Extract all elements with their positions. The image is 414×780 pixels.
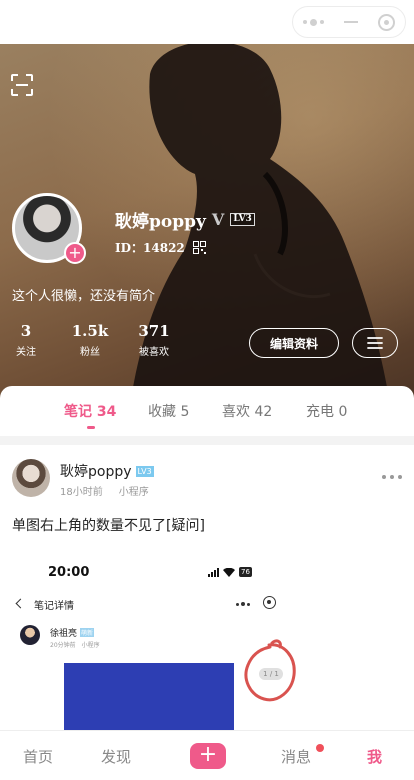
back-icon xyxy=(15,598,26,609)
screenshot-title: 笔记详情 xyxy=(34,601,74,612)
menu-icon xyxy=(367,337,383,349)
bottom-nav: 首页 发现 + 消息 我 xyxy=(0,730,414,780)
wifi-icon xyxy=(223,567,235,577)
tab-notes[interactable]: 笔记 34 xyxy=(64,401,116,421)
nav-messages[interactable]: 消息 xyxy=(281,746,311,767)
screenshot-user-badge: 萌新 xyxy=(80,628,95,637)
stat-number: 371 xyxy=(138,322,170,340)
post-time: 18小时前 xyxy=(60,487,103,498)
active-tab-indicator xyxy=(87,426,95,429)
post-author-avatar[interactable] xyxy=(12,459,50,497)
screenshot-image-block xyxy=(64,663,234,735)
post-source: 小程序 xyxy=(118,487,149,498)
verified-icon: V xyxy=(211,210,225,229)
level-badge: LV3 xyxy=(230,213,255,226)
profile-username: 耿婷poppy xyxy=(115,212,206,232)
screenshot-user: 徐祖亮 xyxy=(50,629,78,639)
add-avatar-icon[interactable]: + xyxy=(64,242,86,264)
post-meta: 18小时前 小程序 xyxy=(60,483,149,498)
battery-icon: 76 xyxy=(239,567,252,577)
post-author-row: 耿婷poppy LV3 xyxy=(60,461,154,481)
stat-number: 1.5k xyxy=(71,322,109,340)
stat-label: 关注 xyxy=(16,347,36,358)
close-miniprogram-icon[interactable] xyxy=(378,13,395,31)
screenshot-meta: 20分钟前 小程序 xyxy=(50,640,100,649)
stat-likes[interactable]: 371 被喜欢 xyxy=(134,322,174,358)
screenshot-meta-time: 20分钟前 xyxy=(50,642,76,649)
message-notice-dot xyxy=(316,744,324,752)
nav-me[interactable]: 我 xyxy=(367,746,382,767)
screenshot-meta-source: 小程序 xyxy=(81,642,100,649)
signal-icon xyxy=(208,567,219,577)
more-options-icon[interactable] xyxy=(303,18,324,26)
miniprogram-capsule xyxy=(292,6,406,38)
stat-followers[interactable]: 1.5k 粉丝 xyxy=(68,322,112,358)
publish-button[interactable]: + xyxy=(190,743,226,769)
screenshot-status-bar: 76 xyxy=(208,567,252,577)
post-level-badge: LV3 xyxy=(135,465,154,477)
top-bar xyxy=(0,0,414,44)
edit-profile-button[interactable]: 编辑资料 xyxy=(249,328,339,358)
qrcode-icon[interactable] xyxy=(192,241,206,254)
profile-tabs: 笔记 34 收藏 5 喜欢 42 充电 0 xyxy=(0,386,414,436)
profile-bio: 这个人很懒，还没有简介 xyxy=(12,289,156,304)
screenshot-more-icon xyxy=(236,602,250,606)
screenshot-close-icon xyxy=(263,596,276,609)
nav-discover[interactable]: 发现 xyxy=(101,746,131,767)
profile-id-row: ID：14822 xyxy=(115,239,206,256)
nav-home[interactable]: 首页 xyxy=(23,746,53,767)
red-circle-annotation xyxy=(244,639,296,702)
stat-label: 被喜欢 xyxy=(139,347,169,358)
tab-likes[interactable]: 喜欢 42 xyxy=(222,401,272,421)
screenshot-avatar xyxy=(20,625,40,645)
screenshot-time: 20:00 xyxy=(48,565,90,580)
post-text: 单图右上角的数量不见了[疑问] xyxy=(12,518,205,534)
screenshot-user-row: 徐祖亮 萌新 xyxy=(50,626,95,639)
stat-label: 粉丝 xyxy=(80,347,100,358)
stat-number: 3 xyxy=(20,322,32,340)
more-icon[interactable] xyxy=(382,475,402,479)
profile-username-row: 耿婷poppy V LV3 xyxy=(115,207,255,232)
tab-collections[interactable]: 收藏 5 xyxy=(148,401,189,421)
scan-icon[interactable] xyxy=(11,74,33,96)
minimize-icon[interactable] xyxy=(344,21,358,23)
menu-button[interactable] xyxy=(352,328,398,358)
post-author-name[interactable]: 耿婷poppy xyxy=(60,461,132,481)
profile-id: ID：14822 xyxy=(115,241,185,255)
stat-following[interactable]: 3 关注 xyxy=(14,322,38,358)
post-image[interactable]: 20:00 76 笔记详情 徐祖亮 萌新 20分钟前 小程序 1 / 1 xyxy=(12,553,302,735)
tab-charge[interactable]: 充电 0 xyxy=(306,401,347,421)
post-card[interactable]: 耿婷poppy LV3 18小时前 小程序 单图右上角的数量不见了[疑问] 20… xyxy=(0,445,414,735)
